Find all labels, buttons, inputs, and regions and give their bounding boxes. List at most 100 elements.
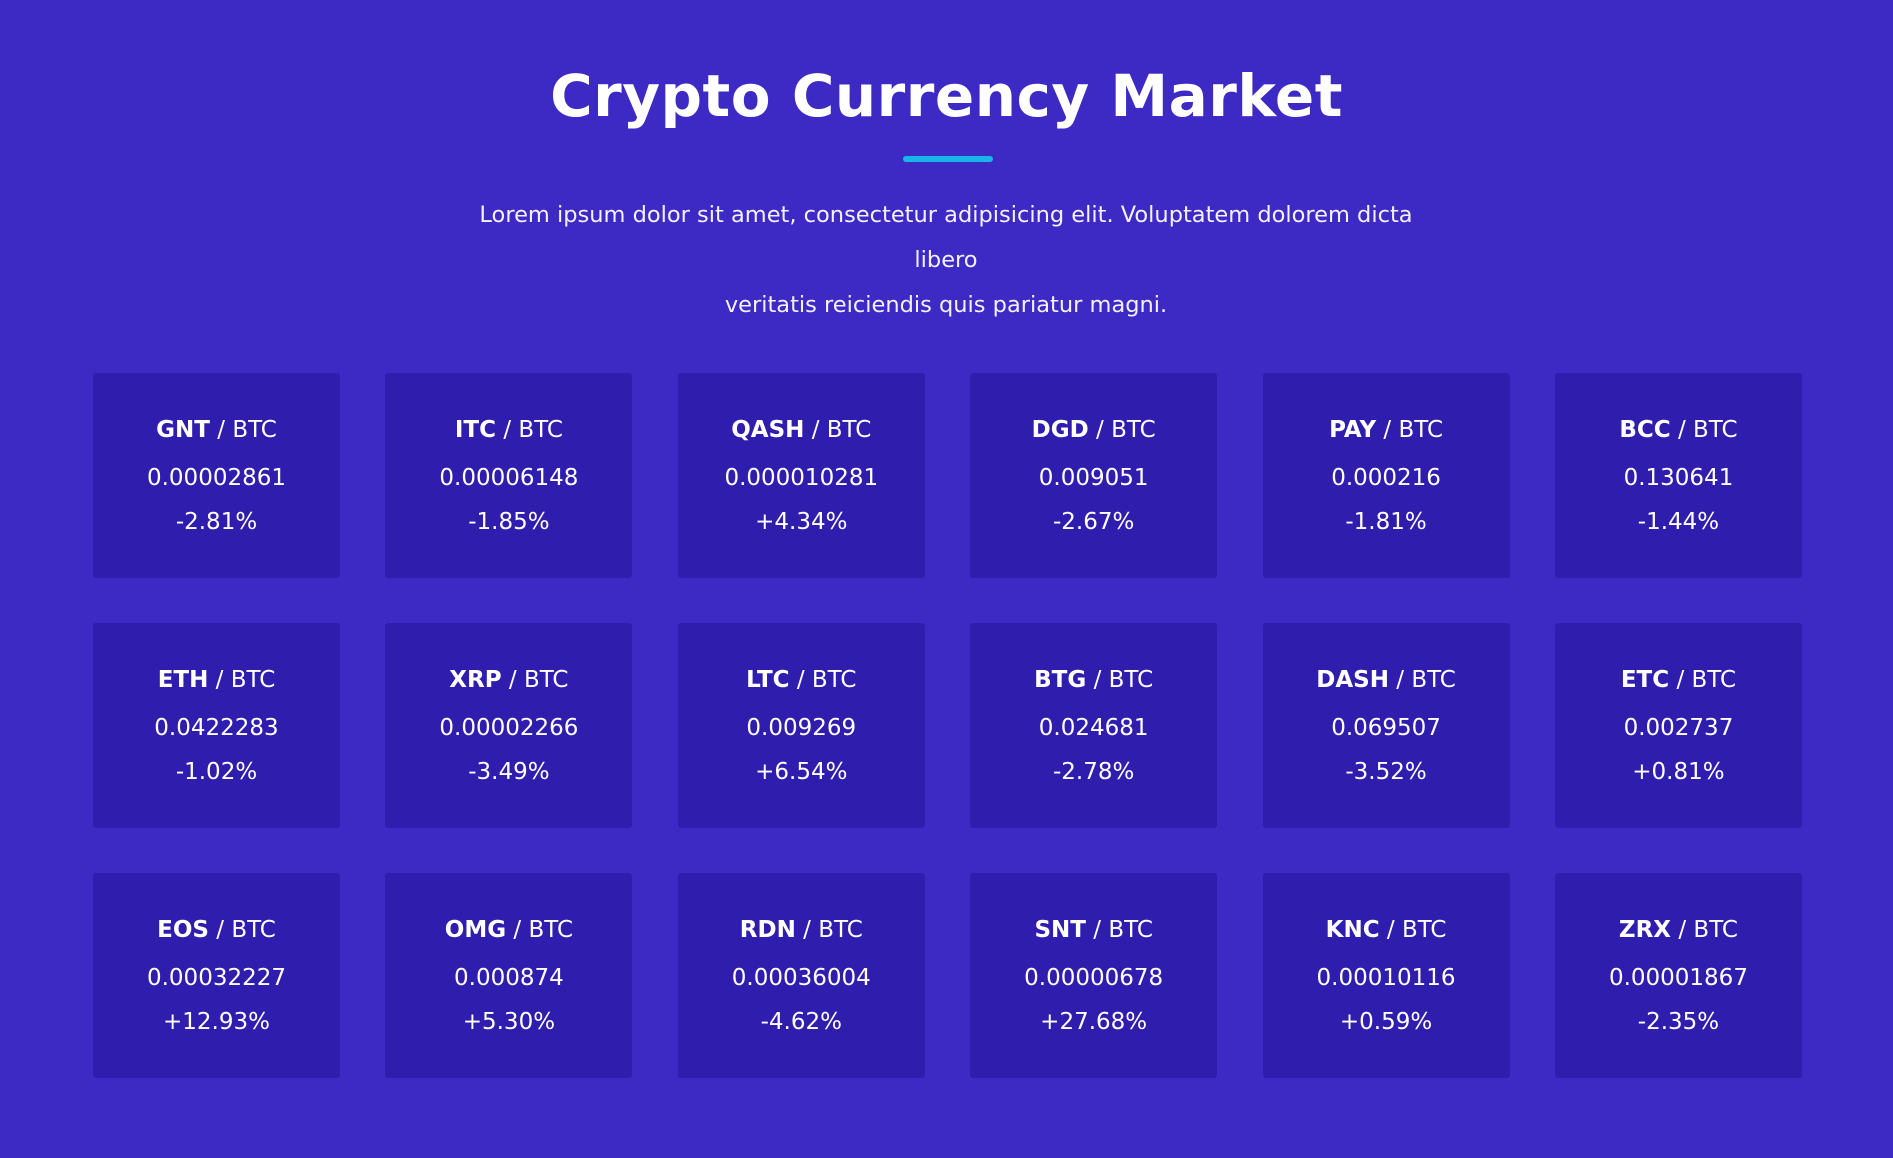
pair-separator: / bbox=[1383, 417, 1392, 443]
trading-pair: SNT / BTC bbox=[970, 913, 1217, 947]
trading-pair: ITC / BTC bbox=[385, 413, 632, 447]
trading-pair: EOS / BTC bbox=[93, 913, 340, 947]
base-currency: RDN bbox=[739, 917, 796, 943]
quote-currency: BTC bbox=[518, 417, 563, 443]
pair-separator: / bbox=[1093, 917, 1102, 943]
percent-change: -3.49% bbox=[468, 759, 550, 785]
price-value: 0.009051 bbox=[1038, 465, 1149, 491]
market-card-xrp[interactable]: XRP / BTC 0.00002266 -3.49% bbox=[385, 623, 633, 828]
price-value: 0.000216 bbox=[1331, 465, 1441, 491]
crypto-market-section: Crypto Currency Market Lorem ipsum dolor… bbox=[0, 0, 1893, 1158]
market-card-snt[interactable]: SNT / BTC 0.00000678 +27.68% bbox=[970, 873, 1218, 1078]
price-value: 0.000010281 bbox=[724, 465, 879, 491]
pair-separator: / bbox=[216, 917, 225, 943]
market-card-pay[interactable]: PAY / BTC 0.000216 -1.81% bbox=[1262, 373, 1510, 578]
pair-separator: / bbox=[215, 667, 224, 693]
percent-change: -1.85% bbox=[468, 509, 550, 535]
pair-separator: / bbox=[1386, 917, 1395, 943]
trading-pair: RDN / BTC bbox=[678, 913, 925, 947]
base-currency: LTC bbox=[746, 667, 790, 693]
trading-pair: PAY / BTC bbox=[1263, 413, 1510, 447]
pair-separator: / bbox=[1678, 917, 1687, 943]
trading-pair: OMG / BTC bbox=[385, 913, 632, 947]
trading-pair: DASH / BTC bbox=[1263, 663, 1510, 697]
page-title: Crypto Currency Market bbox=[550, 62, 1343, 130]
percent-change: -1.44% bbox=[1637, 509, 1720, 535]
trading-pair: BTG / BTC bbox=[970, 663, 1217, 697]
base-currency: ETH bbox=[157, 667, 209, 693]
pair-separator: / bbox=[503, 417, 512, 443]
percent-change: -3.52% bbox=[1345, 759, 1427, 785]
base-currency: SNT bbox=[1034, 917, 1086, 943]
market-card-qash[interactable]: QASH / BTC 0.000010281 +4.34% bbox=[677, 373, 925, 578]
market-card-btg[interactable]: BTG / BTC 0.024681 -2.78% bbox=[970, 623, 1218, 828]
percent-change: -2.67% bbox=[1052, 509, 1135, 535]
percent-change: -2.35% bbox=[1637, 1009, 1720, 1035]
market-card-dgd[interactable]: DGD / BTC 0.009051 -2.67% bbox=[970, 373, 1218, 578]
market-card-knc[interactable]: KNC / BTC 0.00010116 +0.59% bbox=[1262, 873, 1510, 1078]
price-value: 0.130641 bbox=[1623, 465, 1734, 491]
quote-currency: BTC bbox=[1693, 417, 1738, 443]
market-card-gnt[interactable]: GNT / BTC 0.00002861 -2.81% bbox=[93, 373, 340, 578]
pair-separator: / bbox=[811, 417, 820, 443]
quote-currency: BTC bbox=[231, 917, 276, 943]
base-currency: ITC bbox=[454, 417, 496, 443]
pair-separator: / bbox=[1677, 417, 1686, 443]
trading-pair: ETC / BTC bbox=[1555, 663, 1802, 697]
base-currency: GNT bbox=[156, 417, 210, 443]
pair-separator: / bbox=[1396, 667, 1405, 693]
percent-change: +6.54% bbox=[755, 759, 848, 785]
price-value: 0.00032227 bbox=[146, 965, 286, 991]
price-value: 0.00006148 bbox=[439, 465, 579, 491]
description-line-2: veritatis reiciendis quis pariatur magni… bbox=[724, 292, 1168, 318]
trading-pair: KNC / BTC bbox=[1263, 913, 1510, 947]
percent-change: +0.81% bbox=[1632, 759, 1725, 785]
pair-separator: / bbox=[1096, 417, 1104, 443]
trading-pair: ETH / BTC bbox=[93, 663, 340, 697]
trading-pair: GNT / BTC bbox=[93, 413, 340, 447]
price-value: 0.0422283 bbox=[154, 715, 279, 741]
quote-currency: BTC bbox=[1691, 667, 1737, 693]
market-card-dash[interactable]: DASH / BTC 0.069507 -3.52% bbox=[1262, 623, 1510, 828]
price-value: 0.00002861 bbox=[146, 465, 286, 491]
base-currency: PAY bbox=[1329, 417, 1377, 443]
market-card-zrx[interactable]: ZRX / BTC 0.00001867 -2.35% bbox=[1554, 873, 1802, 1078]
pair-separator: / bbox=[513, 917, 522, 943]
base-currency: DGD bbox=[1031, 417, 1089, 443]
base-currency: BTG bbox=[1034, 667, 1087, 693]
trading-pair: LTC / BTC bbox=[678, 663, 925, 697]
percent-change: +5.30% bbox=[462, 1009, 556, 1035]
percent-change: +27.68% bbox=[1040, 1009, 1148, 1035]
trading-pair: XRP / BTC bbox=[385, 663, 632, 697]
quote-currency: BTC bbox=[1111, 417, 1156, 443]
pair-separator: / bbox=[217, 417, 226, 443]
price-value: 0.069507 bbox=[1331, 715, 1441, 741]
quote-currency: BTC bbox=[230, 667, 276, 693]
market-card-etc[interactable]: ETC / BTC 0.002737 +0.81% bbox=[1554, 623, 1802, 828]
price-value: 0.00002266 bbox=[439, 715, 579, 741]
market-card-ltc[interactable]: LTC / BTC 0.009269 +6.54% bbox=[677, 623, 925, 828]
base-currency: KNC bbox=[1325, 917, 1380, 943]
pair-separator: / bbox=[1676, 667, 1685, 693]
market-card-rdn[interactable]: RDN / BTC 0.00036004 -4.62% bbox=[677, 873, 925, 1078]
percent-change: +0.59% bbox=[1339, 1009, 1433, 1035]
market-card-eth[interactable]: ETH / BTC 0.0422283 -1.02% bbox=[93, 623, 340, 828]
quote-currency: BTC bbox=[1693, 917, 1738, 943]
trading-pair: ZRX / BTC bbox=[1555, 913, 1802, 947]
percent-change: -1.81% bbox=[1345, 509, 1427, 535]
price-value: 0.000874 bbox=[454, 965, 564, 991]
market-card-itc[interactable]: ITC / BTC 0.00006148 -1.85% bbox=[385, 373, 633, 578]
percent-change: +12.93% bbox=[163, 1009, 270, 1035]
quote-currency: BTC bbox=[523, 667, 569, 693]
market-card-omg[interactable]: OMG / BTC 0.000874 +5.30% bbox=[385, 873, 633, 1078]
market-card-bcc[interactable]: BCC / BTC 0.130641 -1.44% bbox=[1554, 373, 1802, 578]
trading-pair: BCC / BTC bbox=[1555, 413, 1802, 447]
description-line-1: Lorem ipsum dolor sit amet, consectetur … bbox=[479, 202, 1413, 273]
percent-change: -2.78% bbox=[1052, 759, 1135, 785]
market-card-eos[interactable]: EOS / BTC 0.00032227 +12.93% bbox=[93, 873, 340, 1078]
quote-currency: BTC bbox=[818, 917, 863, 943]
quote-currency: BTC bbox=[826, 417, 872, 443]
pair-separator: / bbox=[508, 667, 517, 693]
quote-currency: BTC bbox=[232, 417, 277, 443]
price-value: 0.024681 bbox=[1038, 715, 1149, 741]
